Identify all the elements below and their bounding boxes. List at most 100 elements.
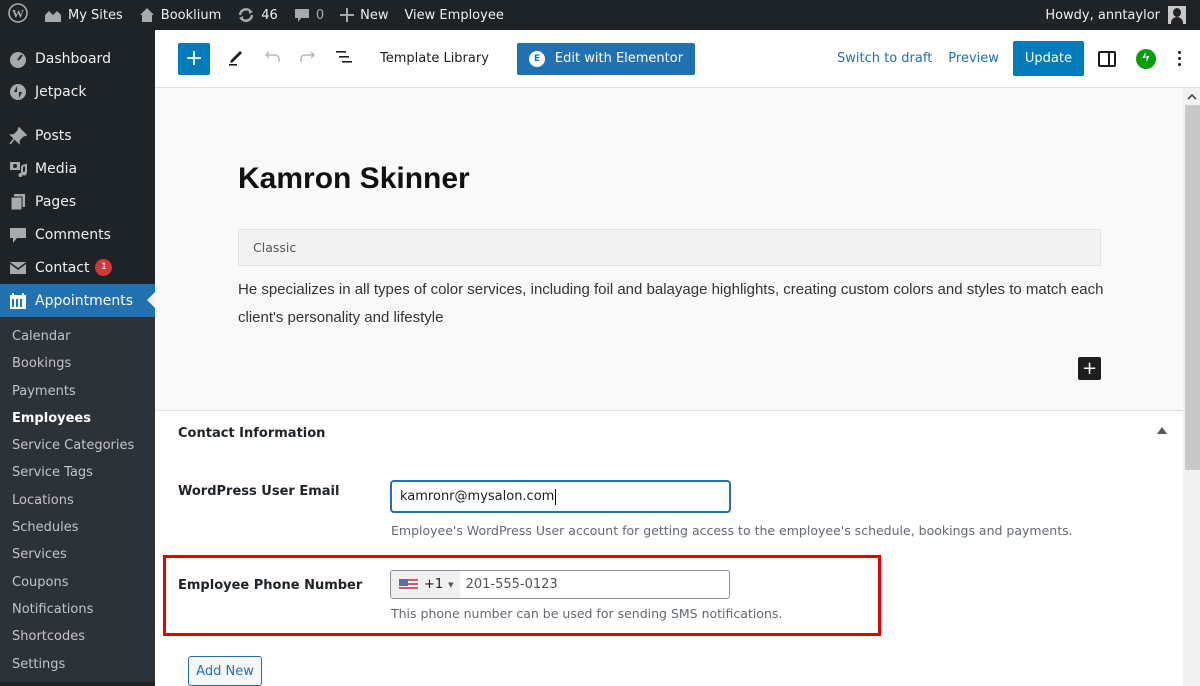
wordpress-logo-button[interactable]: W: [0, 0, 36, 30]
my-sites-menu[interactable]: My Sites: [36, 0, 131, 30]
dashboard-icon: [9, 50, 27, 68]
submenu-item-payments[interactable]: Payments: [0, 378, 155, 405]
submenu-item-locations[interactable]: Locations: [0, 487, 155, 514]
add-new-button[interactable]: Add New: [188, 656, 262, 686]
us-flag-icon: [399, 578, 418, 591]
dot: [1177, 57, 1181, 60]
home-icon: [139, 7, 155, 23]
document-overview-button[interactable]: [332, 47, 356, 71]
submenu-item-services[interactable]: Services: [0, 541, 155, 568]
sidebar-item-label: Comments: [35, 226, 111, 243]
my-sites-label: My Sites: [68, 7, 123, 23]
sidebar-item-contact[interactable]: Contact 1: [0, 251, 155, 284]
submenu-item-employees[interactable]: Employees: [0, 405, 155, 432]
submenu-item-shortcodes[interactable]: Shortcodes: [0, 623, 155, 650]
email-field-label: WordPress User Email: [178, 484, 340, 499]
sidebar-item-pages[interactable]: Pages: [0, 185, 155, 218]
phone-field[interactable]: +1 ▼ 201-555-0123: [390, 570, 730, 599]
redo-button[interactable]: [296, 47, 320, 71]
pin-icon: [9, 126, 27, 145]
scroll-up-arrow-icon[interactable]: [1183, 88, 1200, 105]
settings-sidebar-toggle[interactable]: [1098, 50, 1116, 67]
jetpack-icon: [1140, 51, 1152, 66]
metabox-title: Contact Information: [178, 426, 326, 441]
classic-block-toolbar[interactable]: Classic: [238, 229, 1101, 266]
submenu-item-notifications[interactable]: Notifications: [0, 596, 155, 623]
add-block-button[interactable]: +: [1078, 357, 1101, 380]
appointments-submenu: Calendar Bookings Payments Employees Ser…: [0, 317, 155, 682]
options-menu-button[interactable]: [1172, 51, 1186, 66]
sidebar-item-label: Posts: [35, 127, 72, 144]
elementor-icon: E: [528, 50, 545, 67]
email-help-text: Employee's WordPress User account for ge…: [391, 523, 1073, 538]
updates-count: 46: [261, 7, 278, 23]
preview-button[interactable]: Preview: [948, 51, 999, 66]
update-button[interactable]: Update: [1012, 41, 1084, 76]
undo-icon: [263, 50, 281, 68]
email-value: kamronr@mysalon.com: [400, 489, 555, 504]
avatar: [1168, 6, 1186, 24]
phone-help-text: This phone number can be used for sendin…: [391, 606, 783, 621]
mail-icon: [9, 259, 27, 277]
submenu-item-bookings[interactable]: Bookings: [0, 350, 155, 377]
post-title[interactable]: Kamron Skinner: [238, 162, 470, 196]
my-sites-icon: [44, 7, 62, 23]
redo-icon: [299, 50, 317, 68]
block-inserter-button[interactable]: +: [178, 42, 210, 75]
comments-link[interactable]: 0: [286, 0, 332, 30]
text-cursor: [555, 488, 557, 505]
jetpack-button[interactable]: [1136, 48, 1156, 69]
submenu-item-settings[interactable]: Settings: [0, 651, 155, 678]
admin-bar: W My Sites Booklium 46 0 New View Employ…: [0, 0, 1200, 30]
submenu-item-schedules[interactable]: Schedules: [0, 514, 155, 541]
view-employee-label: View Employee: [404, 7, 504, 23]
editor-toolbar: + Template Library E Edit with Elementor…: [155, 30, 1200, 88]
post-body-text[interactable]: He specializes in all types of color ser…: [238, 276, 1118, 332]
sidebar-item-label: Pages: [35, 193, 77, 210]
new-content-menu[interactable]: New: [332, 0, 396, 30]
sidebar-item-dashboard[interactable]: Dashboard: [0, 42, 155, 75]
account-menu[interactable]: Howdy, anntaylor: [1037, 0, 1194, 30]
view-employee-link[interactable]: View Employee: [396, 0, 511, 30]
submenu-item-calendar[interactable]: Calendar: [0, 323, 155, 350]
dial-code: +1: [424, 577, 444, 592]
pages-icon: [9, 193, 27, 211]
plus-icon: [340, 8, 355, 22]
submenu-item-coupons[interactable]: Coupons: [0, 569, 155, 596]
edit-with-elementor-button[interactable]: E Edit with Elementor: [516, 42, 696, 75]
sidebar-item-label: Media: [35, 160, 78, 177]
submenu-item-service-categories[interactable]: Service Categories: [0, 432, 155, 459]
sidebar-item-jetpack[interactable]: Jetpack: [0, 75, 155, 108]
plus-icon: +: [1081, 357, 1098, 379]
collapse-toggle-icon[interactable]: [1157, 427, 1167, 434]
site-name-menu[interactable]: Booklium: [131, 0, 229, 30]
undo-button[interactable]: [260, 47, 284, 71]
list-view-icon: [335, 50, 353, 68]
sidebar-item-label: Appointments: [35, 292, 134, 309]
greeting: Howdy, anntaylor: [1045, 7, 1160, 23]
sidebar-item-label: Jetpack: [35, 83, 87, 100]
svg-text:W: W: [12, 7, 24, 21]
updates-icon: [237, 7, 255, 23]
template-library-button[interactable]: Template Library: [380, 51, 489, 66]
calendar-icon: [9, 292, 27, 310]
country-code-select[interactable]: +1 ▼: [391, 571, 460, 598]
admin-sidebar: Dashboard Jetpack Posts Media Pages Comm…: [0, 30, 155, 686]
scrollbar-thumb[interactable]: [1185, 105, 1200, 470]
tools-button[interactable]: [224, 47, 248, 71]
sidebar-item-appointments[interactable]: Appointments: [0, 284, 155, 317]
sidebar-item-posts[interactable]: Posts: [0, 119, 155, 152]
dot: [1177, 63, 1181, 66]
submenu-item-service-tags[interactable]: Service Tags: [0, 459, 155, 486]
dot: [1177, 51, 1181, 54]
updates-link[interactable]: 46: [229, 0, 286, 30]
sidebar-item-media[interactable]: Media: [0, 152, 155, 185]
switch-to-draft-button[interactable]: Switch to draft: [837, 51, 932, 66]
email-field[interactable]: kamronr@mysalon.com: [390, 480, 731, 513]
sidebar-item-label: Dashboard: [35, 50, 111, 67]
wordpress-logo-icon: W: [8, 3, 28, 27]
phone-value: 201-555-0123: [465, 577, 558, 592]
sidebar-item-comments[interactable]: Comments: [0, 218, 155, 251]
phone-field-label: Employee Phone Number: [178, 578, 363, 593]
editor-scrollbar[interactable]: [1183, 88, 1200, 686]
